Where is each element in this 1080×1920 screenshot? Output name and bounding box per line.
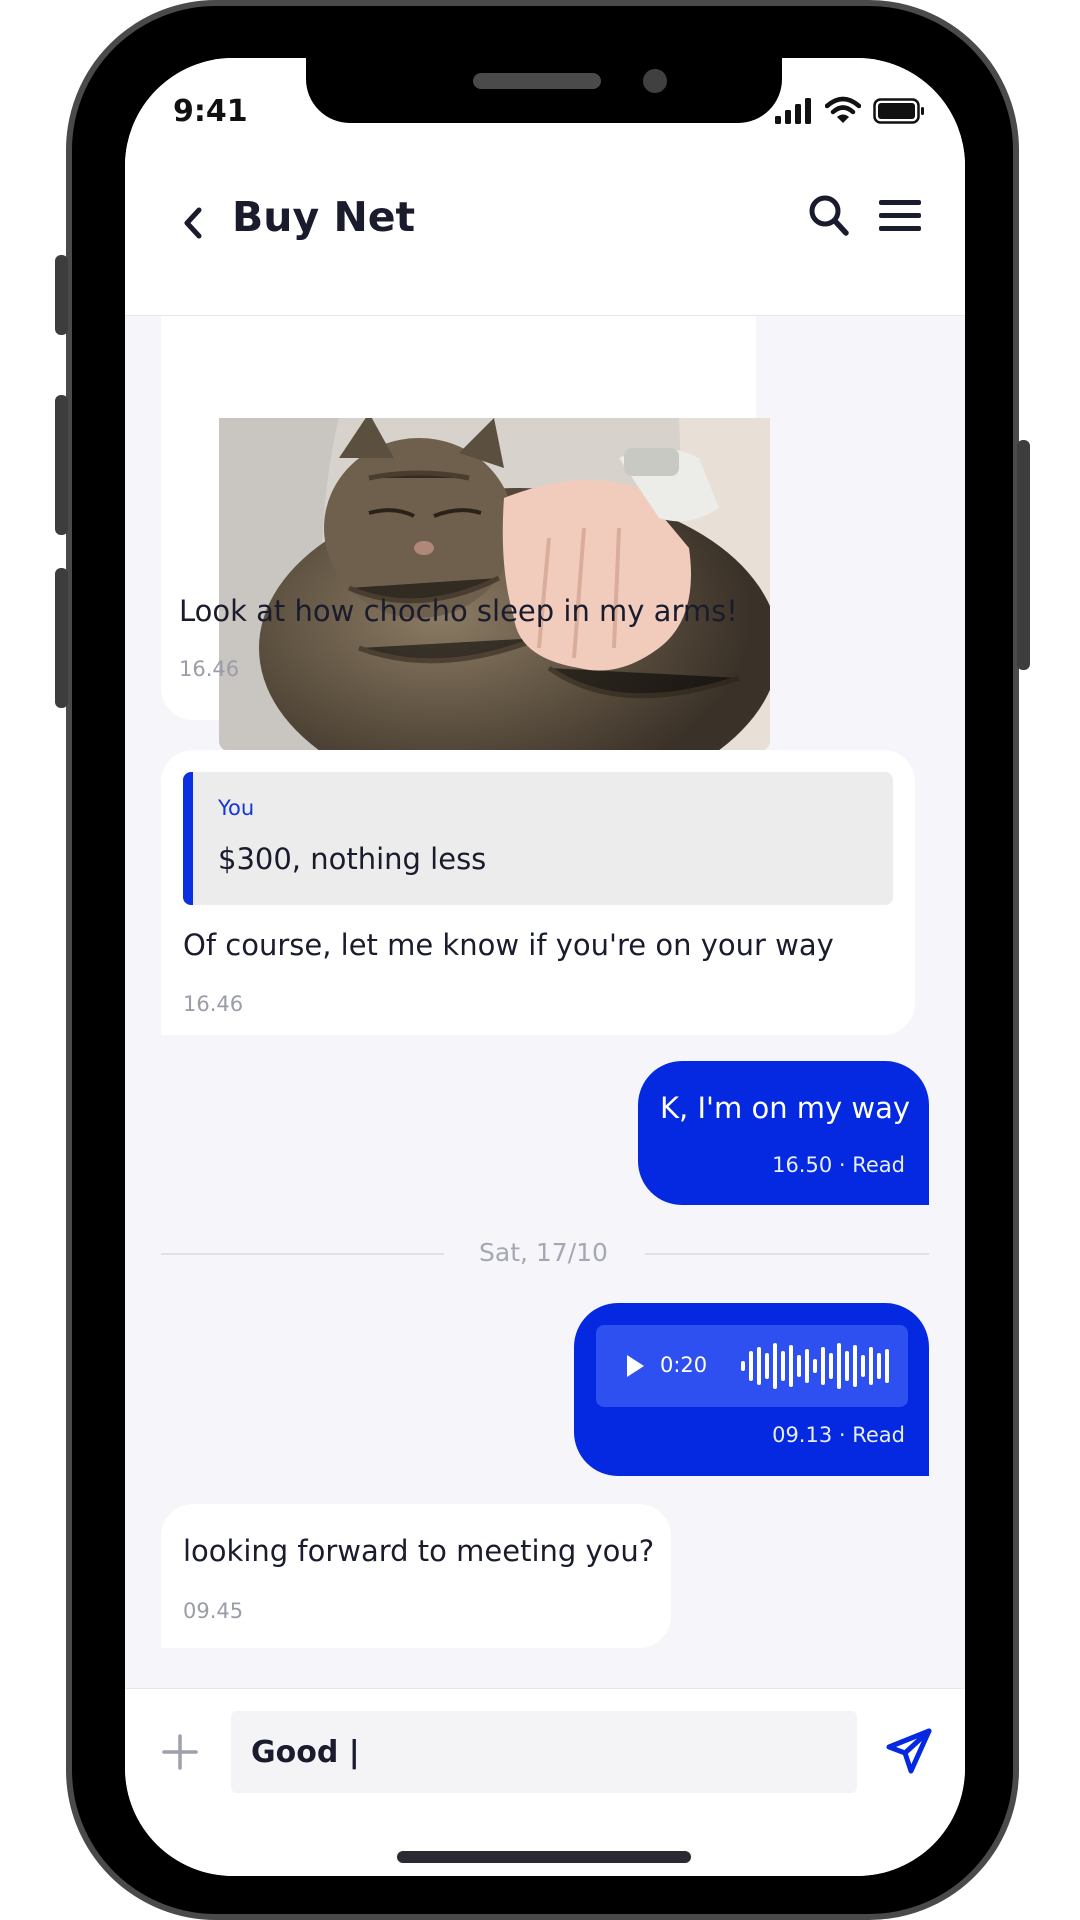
message-composer (125, 1688, 965, 1876)
audio-duration: 0:20 (660, 1353, 708, 1377)
menu-icon[interactable] (877, 194, 923, 238)
message-time: 16.46 (183, 992, 244, 1016)
waveform-icon (741, 1343, 889, 1389)
message-text: Of course, let me know if you're on your… (183, 928, 834, 962)
quoted-message[interactable]: You $300, nothing less (183, 772, 893, 905)
mute-switch (55, 255, 68, 335)
cellular-signal-icon (775, 98, 811, 124)
date-divider: Sat, 17/10 (479, 1238, 608, 1267)
battery-icon (873, 98, 924, 124)
message-meta: 09.13 · Read (772, 1423, 905, 1447)
message-bubble-incoming: looking forward to meeting you? 09.45 (161, 1504, 671, 1648)
home-indicator (397, 1851, 691, 1863)
volume-up-button (55, 395, 68, 535)
chat-title: Buy Net (232, 193, 416, 241)
phone-screen: 9:41 Buy Net Look at how chocho sleep in… (125, 58, 965, 1876)
send-icon[interactable] (885, 1727, 933, 1775)
power-button (1017, 440, 1030, 670)
quote-text: $300, nothing less (218, 842, 487, 876)
back-icon[interactable] (175, 198, 211, 248)
message-bubble-incoming-reply: You $300, nothing less Of course, let me… (161, 750, 915, 1035)
message-input[interactable] (231, 1711, 857, 1793)
search-icon[interactable] (805, 190, 853, 242)
divider-line-right (645, 1253, 929, 1255)
speaker (473, 73, 601, 89)
message-text: looking forward to meeting you? (183, 1534, 655, 1568)
plus-icon[interactable] (161, 1733, 199, 1771)
message-bubble-outgoing: K, I'm on my way 16.50 · Read (638, 1061, 929, 1205)
message-text: K, I'm on my way (660, 1091, 911, 1125)
play-icon[interactable] (624, 1353, 646, 1379)
voice-message-bubble: 0:20 09.13 · Read (574, 1303, 929, 1476)
chat-header: Buy Net (125, 140, 965, 316)
message-meta: 16.50 · Read (772, 1153, 905, 1177)
message-time: 09.45 (183, 1599, 244, 1623)
volume-down-button (55, 568, 68, 708)
front-camera (643, 69, 667, 93)
quote-author: You (218, 796, 255, 820)
divider-line-left (161, 1253, 444, 1255)
cat-photo[interactable] (219, 418, 770, 751)
status-time: 9:41 (173, 94, 248, 129)
wifi-icon (825, 96, 861, 123)
message-time: 16.46 (179, 657, 240, 681)
audio-player[interactable]: 0:20 (596, 1325, 908, 1407)
message-text: Look at how chocho sleep in my arms! (179, 594, 738, 628)
notch (306, 58, 782, 123)
